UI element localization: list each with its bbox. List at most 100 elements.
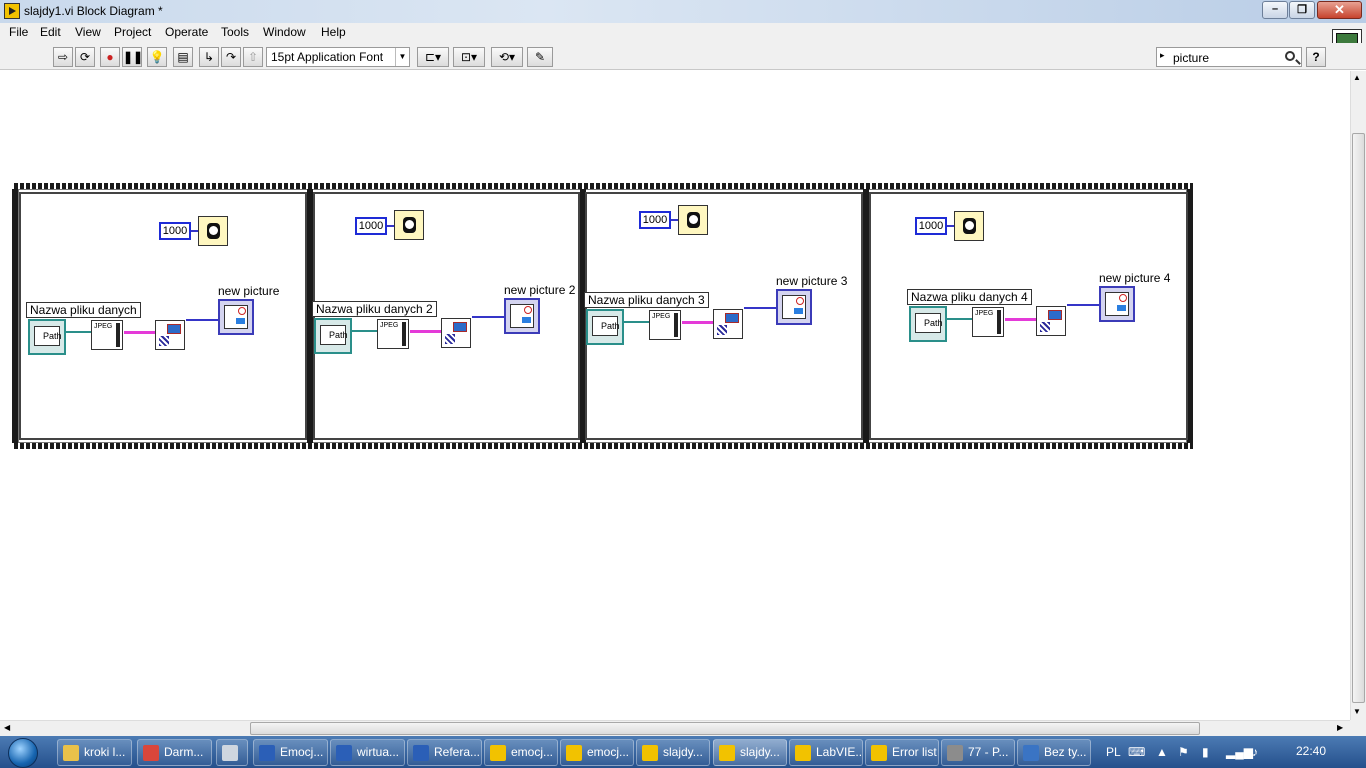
folder-icon	[63, 745, 79, 761]
path-control-terminal[interactable]: Path	[586, 309, 624, 345]
scroll-left-icon[interactable]: ◀	[4, 723, 10, 732]
path-wire	[947, 318, 973, 320]
horizontal-scroll-thumb[interactable]	[250, 722, 1200, 735]
vertical-scrollbar[interactable]: ▲ ▼	[1350, 71, 1366, 720]
wait-ms-icon[interactable]	[198, 216, 228, 246]
taskbar-item[interactable]: slajdy...	[636, 739, 710, 766]
volume-icon[interactable]: ♪	[1252, 745, 1258, 759]
action-center-icon[interactable]: ⚑	[1178, 745, 1189, 759]
font-select[interactable]: 15pt Application Font ▼	[266, 47, 410, 67]
picture-indicator-terminal[interactable]	[504, 298, 540, 334]
taskbar-item-label: emocj...	[511, 745, 554, 759]
search-field[interactable]: ▸ picture	[1156, 47, 1302, 67]
wait-time-constant[interactable]: 1000	[159, 222, 191, 240]
clean-up-diagram-button[interactable]: ✎	[527, 47, 553, 67]
stopwatch-icon	[687, 212, 700, 228]
vertical-scroll-thumb[interactable]	[1352, 133, 1365, 703]
run-continuously-button[interactable]: ⟳	[75, 47, 95, 67]
menu-project[interactable]: Project	[114, 25, 151, 39]
abort-button[interactable]: ●	[100, 47, 120, 67]
close-icon: ✕	[1334, 2, 1345, 17]
menu-view[interactable]: View	[75, 25, 101, 39]
draw-flattened-pixmap-icon[interactable]	[155, 320, 185, 350]
picture-wire	[744, 307, 776, 309]
taskbar-item-label: wirtua...	[357, 745, 400, 759]
retain-wire-values-button[interactable]: ▤	[173, 47, 193, 67]
show-hidden-icons-icon[interactable]: ▲	[1156, 745, 1168, 759]
highlight-execution-icon[interactable]: 💡	[147, 47, 167, 67]
search-input[interactable]: picture	[1173, 51, 1209, 65]
read-jpeg-file-icon[interactable]: JPEG	[377, 319, 409, 349]
picture-indicator-terminal[interactable]	[1099, 286, 1135, 322]
keyboard-icon[interactable]: ⌨	[1128, 745, 1145, 759]
taskbar-item[interactable]: Bez ty...	[1017, 739, 1091, 766]
network-icon[interactable]: ▂▄▆	[1226, 745, 1253, 759]
context-help-button[interactable]: ?	[1306, 47, 1326, 67]
menu-operate[interactable]: Operate	[165, 25, 208, 39]
taskbar-item[interactable]: emocj...	[560, 739, 634, 766]
minimize-button[interactable]: –	[1262, 1, 1288, 19]
clock[interactable]: 22:40	[1296, 744, 1326, 758]
menu-file[interactable]: File	[9, 25, 28, 39]
picture-indicator-terminal[interactable]	[218, 299, 254, 335]
taskbar-item-active[interactable]: slajdy...	[713, 739, 787, 766]
wait-time-constant[interactable]: 1000	[355, 217, 387, 235]
path-control-terminal[interactable]: Path	[314, 318, 352, 354]
image-data-wire	[1005, 318, 1037, 321]
menu-tools[interactable]: Tools	[221, 25, 249, 39]
maximize-button[interactable]: ❐	[1289, 1, 1315, 19]
taskbar-item[interactable]: emocj...	[484, 739, 558, 766]
path-control-terminal[interactable]: Path	[28, 319, 66, 355]
reorder-button[interactable]: ⟲▾	[491, 47, 523, 67]
draw-flattened-pixmap-icon[interactable]	[713, 309, 743, 339]
wait-ms-icon[interactable]	[954, 211, 984, 241]
path-control-terminal[interactable]: Path	[909, 306, 947, 342]
picture-indicator-terminal[interactable]	[776, 289, 812, 325]
menu-window[interactable]: Window	[263, 25, 306, 39]
close-button[interactable]: ✕	[1317, 1, 1362, 19]
scroll-down-icon[interactable]: ▼	[1353, 707, 1361, 716]
taskbar-item[interactable]: Emocj...	[253, 739, 328, 766]
draw-flattened-pixmap-icon[interactable]	[1036, 306, 1066, 336]
search-icon[interactable]	[1285, 51, 1295, 61]
labview-icon	[490, 745, 506, 761]
draw-flattened-pixmap-icon[interactable]	[441, 318, 471, 348]
taskbar-item[interactable]: wirtua...	[330, 739, 405, 766]
pause-button[interactable]: ❚❚	[122, 47, 143, 67]
taskbar-item[interactable]: LabVIE...	[789, 739, 863, 766]
language-indicator[interactable]: PL	[1106, 745, 1121, 759]
wait-time-constant[interactable]: 1000	[639, 211, 671, 229]
read-jpeg-file-icon[interactable]: JPEG	[91, 320, 123, 350]
power-icon[interactable]: ▮	[1202, 745, 1209, 759]
start-button[interactable]	[8, 738, 38, 768]
path-control-label: Nazwa pliku danych 2	[312, 301, 437, 317]
menu-help[interactable]: Help	[321, 25, 346, 39]
menu-edit[interactable]: Edit	[40, 25, 61, 39]
pattern-icon	[717, 325, 727, 335]
step-out-button[interactable]: ⇧	[243, 47, 263, 67]
run-button[interactable]: ⇨	[53, 47, 73, 67]
picture-icon	[725, 313, 739, 323]
wait-time-constant[interactable]: 1000	[915, 217, 947, 235]
wait-ms-icon[interactable]	[394, 210, 424, 240]
window-title: slajdy1.vi Block Diagram *	[24, 4, 163, 18]
scroll-right-icon[interactable]: ▶	[1337, 723, 1343, 732]
path-control-label: Nazwa pliku danych 3	[584, 292, 709, 308]
taskbar-item[interactable]: Darm...	[137, 739, 212, 766]
search-expand-icon[interactable]: ▸	[1160, 50, 1165, 61]
scroll-up-icon[interactable]: ▲	[1353, 73, 1361, 82]
read-jpeg-file-icon[interactable]: JPEG	[649, 310, 681, 340]
align-objects-button[interactable]: ⊏▾	[417, 47, 449, 67]
taskbar-item[interactable]: Refera...	[407, 739, 482, 766]
step-over-button[interactable]: ↷	[221, 47, 241, 67]
taskbar-item[interactable]	[216, 739, 248, 766]
wait-ms-icon[interactable]	[678, 205, 708, 235]
taskbar-item[interactable]: 77 - P...	[941, 739, 1015, 766]
horizontal-scrollbar[interactable]: ◀ ▶	[0, 720, 1350, 736]
distribute-objects-button[interactable]: ⊡▾	[453, 47, 485, 67]
scroll-corner	[1350, 720, 1366, 736]
taskbar-item[interactable]: Error list	[865, 739, 939, 766]
step-into-button[interactable]: ↳	[199, 47, 219, 67]
taskbar-item[interactable]: kroki l...	[57, 739, 132, 766]
read-jpeg-file-icon[interactable]: JPEG	[972, 307, 1004, 337]
